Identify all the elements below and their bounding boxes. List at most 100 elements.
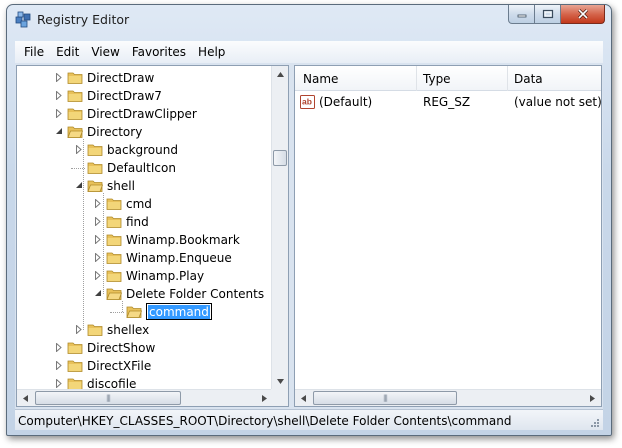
expand-arrow-icon[interactable] bbox=[75, 144, 84, 155]
folder-icon bbox=[67, 358, 83, 373]
folder-icon bbox=[67, 376, 83, 390]
folder-icon bbox=[87, 322, 103, 337]
folder-icon bbox=[106, 214, 122, 229]
scroll-corner bbox=[271, 389, 288, 406]
scroll-left-arrow-icon[interactable] bbox=[17, 390, 34, 406]
column-header-data[interactable]: Data bbox=[514, 72, 543, 86]
menu-view[interactable]: View bbox=[85, 45, 125, 59]
tree-item-directxfile[interactable]: DirectXFile bbox=[17, 357, 273, 375]
value-name: (Default) bbox=[319, 95, 373, 109]
tree-hscroll-thumb[interactable]: ||| bbox=[35, 391, 181, 405]
tree-horizontal-scrollbar[interactable]: ||| bbox=[17, 389, 273, 406]
tree-item-winamp-enqueue[interactable]: Winamp.Enqueue bbox=[17, 249, 273, 267]
folder-icon bbox=[67, 124, 84, 139]
expand-arrow-icon[interactable] bbox=[55, 90, 64, 101]
close-button[interactable] bbox=[561, 5, 605, 24]
rename-key-field[interactable]: command bbox=[146, 303, 212, 320]
tree-item-label: background bbox=[107, 143, 178, 157]
expand-arrow-icon[interactable] bbox=[75, 324, 84, 335]
tree-item-directdraw7[interactable]: DirectDraw7 bbox=[17, 87, 273, 105]
tree-item-directshow[interactable]: DirectShow bbox=[17, 339, 273, 357]
tree-item-label: DirectXFile bbox=[87, 359, 152, 373]
list-horizontal-scrollbar[interactable]: ||| bbox=[295, 389, 601, 406]
tree-item-label: Winamp.Bookmark bbox=[126, 233, 240, 247]
tree-item-label: DirectShow bbox=[87, 341, 156, 355]
tree-item-winamp-bookmark[interactable]: Winamp.Bookmark bbox=[17, 231, 273, 249]
caption-buttons bbox=[508, 5, 605, 25]
expand-arrow-icon[interactable] bbox=[94, 216, 103, 227]
tree-item-directory[interactable]: Directory bbox=[17, 123, 273, 141]
tree-item-delete-folder-contents[interactable]: Delete Folder Contents bbox=[17, 285, 273, 303]
tree-item-command[interactable]: command bbox=[17, 303, 273, 321]
menu-favorites[interactable]: Favorites bbox=[126, 45, 192, 59]
scroll-right-arrow-icon[interactable] bbox=[584, 390, 601, 406]
resize-grip-icon[interactable] bbox=[588, 416, 600, 428]
tree-item-shellex[interactable]: shellex bbox=[17, 321, 273, 339]
tree-item-label: DefaultIcon bbox=[107, 161, 176, 175]
expand-arrow-icon[interactable] bbox=[94, 252, 103, 263]
menu-file[interactable]: File bbox=[18, 45, 50, 59]
folder-icon bbox=[106, 196, 122, 211]
tree-item-label: Winamp.Play bbox=[126, 269, 205, 283]
tree-item-shell[interactable]: shell bbox=[17, 177, 273, 195]
tree-vscroll-thumb[interactable] bbox=[273, 150, 287, 166]
menu-bar: File Edit View Favorites Help bbox=[15, 41, 603, 63]
scroll-down-arrow-icon[interactable] bbox=[272, 373, 288, 390]
scroll-left-arrow-icon[interactable] bbox=[295, 390, 312, 406]
folder-icon bbox=[126, 304, 143, 319]
folder-icon bbox=[87, 142, 103, 157]
collapse-arrow-icon[interactable] bbox=[94, 289, 103, 299]
tree-item-label: DirectDraw bbox=[87, 71, 155, 85]
tree-item-defaulticon[interactable]: DefaultIcon bbox=[17, 159, 273, 177]
tree-rows: DirectDraw DirectDraw7 DirectDrawClipper Di… bbox=[17, 66, 273, 390]
expand-arrow-icon[interactable] bbox=[94, 198, 103, 209]
tree-item-background[interactable]: background bbox=[17, 141, 273, 159]
tree-item-discofile[interactable]: discofile bbox=[17, 375, 273, 390]
expand-arrow-icon[interactable] bbox=[55, 360, 64, 371]
tree-item-find[interactable]: find bbox=[17, 213, 273, 231]
window-title: Registry Editor bbox=[37, 12, 130, 27]
maximize-button[interactable] bbox=[535, 5, 561, 24]
selected-text: command bbox=[148, 305, 210, 319]
tree-item-label: DirectDraw7 bbox=[87, 89, 162, 103]
expand-arrow-icon[interactable] bbox=[55, 72, 64, 83]
folder-icon bbox=[106, 286, 123, 301]
column-divider[interactable] bbox=[416, 66, 417, 91]
expand-arrow-icon[interactable] bbox=[55, 342, 64, 353]
minimize-button[interactable] bbox=[508, 5, 535, 24]
folder-icon bbox=[67, 106, 83, 121]
expand-arrow-icon[interactable] bbox=[94, 270, 103, 281]
tree-guide-line bbox=[71, 168, 85, 169]
folder-icon bbox=[87, 160, 103, 175]
tree-item-directdrawclipper[interactable]: DirectDrawClipper bbox=[17, 105, 273, 123]
folder-icon bbox=[67, 340, 83, 355]
registry-key-tree[interactable]: DirectDraw DirectDraw7 DirectDrawClipper Di… bbox=[16, 65, 289, 407]
registry-editor-app-icon bbox=[15, 11, 31, 28]
client-area: DirectDraw DirectDraw7 DirectDrawClipper Di… bbox=[15, 63, 603, 409]
tree-item-label: shellex bbox=[107, 323, 150, 337]
column-divider[interactable] bbox=[507, 66, 508, 91]
list-item[interactable]: ab (Default) REG_SZ (value not set) bbox=[295, 93, 601, 111]
column-header-type[interactable]: Type bbox=[423, 72, 451, 86]
collapse-arrow-icon[interactable] bbox=[55, 127, 64, 137]
tree-item-label: shell bbox=[107, 179, 135, 193]
tree-item-directdraw[interactable]: DirectDraw bbox=[17, 69, 273, 87]
title-bar[interactable]: Registry Editor bbox=[7, 5, 611, 35]
value-type: REG_SZ bbox=[423, 95, 471, 109]
registry-value-list[interactable]: Name Type Data ab (Default) REG_SZ (valu… bbox=[294, 65, 602, 407]
menu-edit[interactable]: Edit bbox=[50, 45, 85, 59]
minimize-icon bbox=[517, 14, 526, 18]
collapse-arrow-icon[interactable] bbox=[75, 181, 84, 191]
folder-icon bbox=[67, 70, 83, 85]
tree-vertical-scrollbar[interactable] bbox=[271, 66, 288, 390]
folder-icon bbox=[106, 268, 122, 283]
scroll-up-arrow-icon[interactable] bbox=[272, 66, 288, 83]
column-header-name[interactable]: Name bbox=[303, 72, 338, 86]
tree-item-cmd[interactable]: cmd bbox=[17, 195, 273, 213]
expand-arrow-icon[interactable] bbox=[55, 378, 64, 389]
expand-arrow-icon[interactable] bbox=[94, 234, 103, 245]
expand-arrow-icon[interactable] bbox=[55, 108, 64, 119]
list-hscroll-thumb[interactable]: ||| bbox=[313, 391, 457, 405]
menu-help[interactable]: Help bbox=[192, 45, 231, 59]
tree-item-winamp-play[interactable]: Winamp.Play bbox=[17, 267, 273, 285]
